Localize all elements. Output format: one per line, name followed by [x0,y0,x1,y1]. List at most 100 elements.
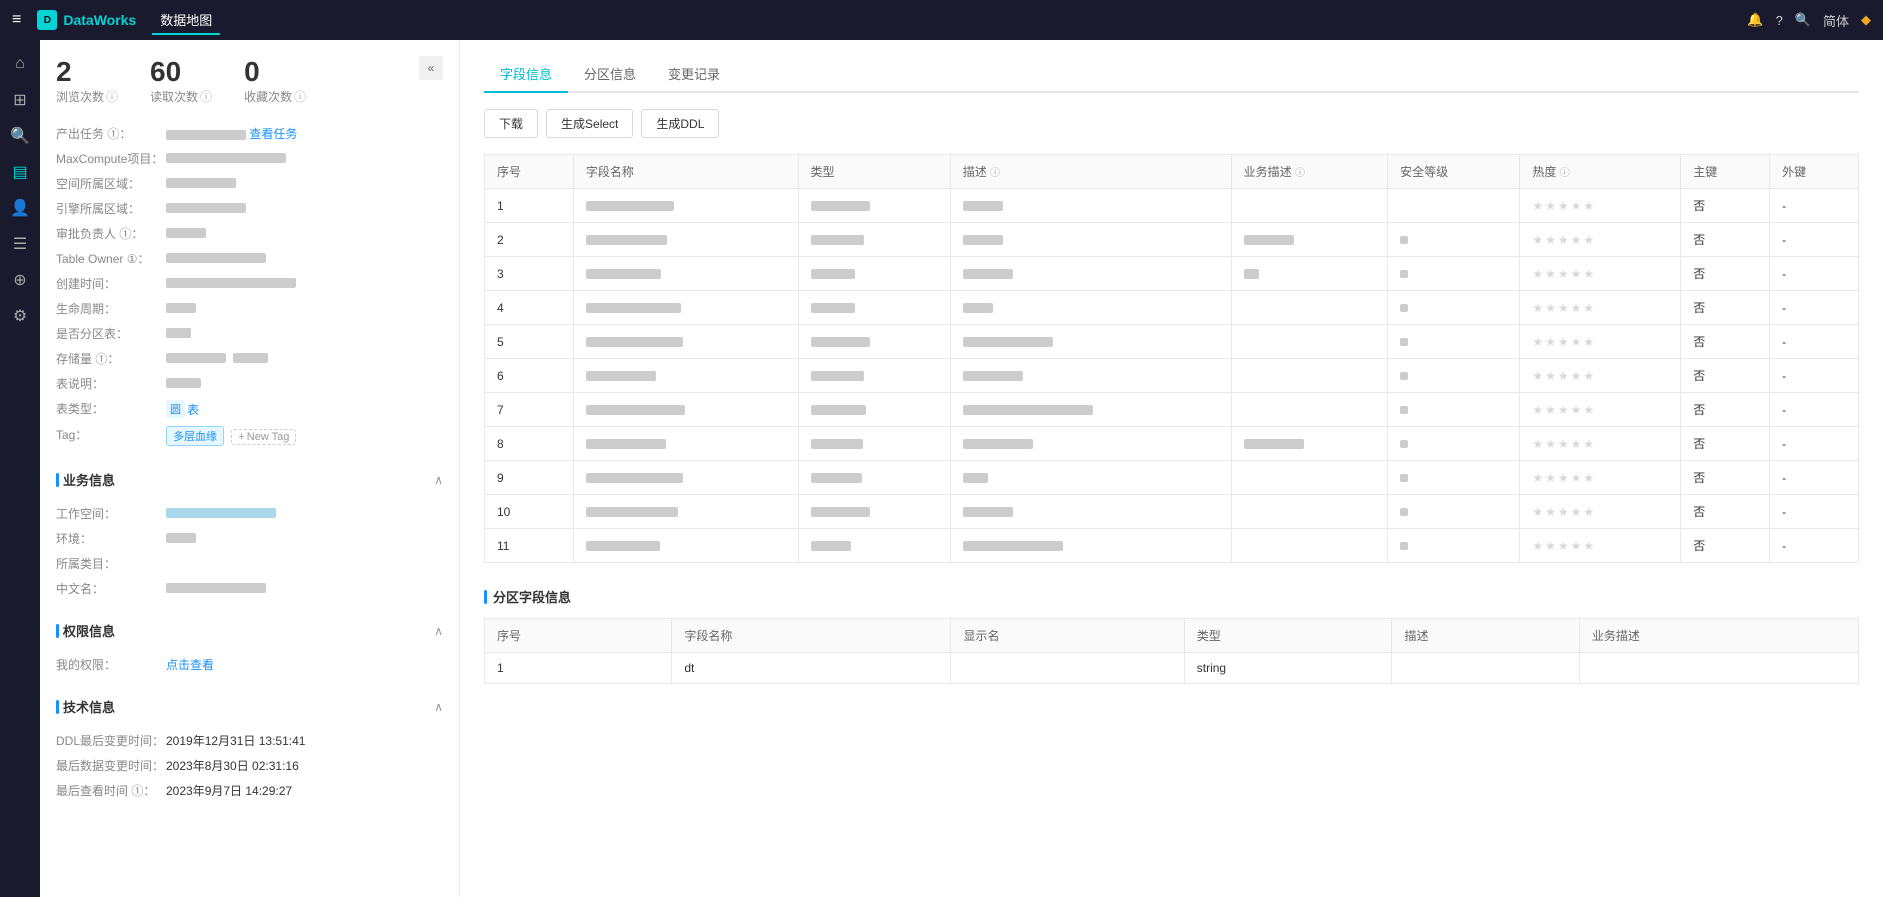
info-row-owner: Table Owner ①： [56,246,443,271]
biz-value-cn-name [166,576,443,601]
favorites-info-icon: ⓘ [294,88,306,105]
partition-table: 序号 字段名称 显示名 类型 描述 业务描述 1dtstring [484,618,1859,684]
business-section-header: 业务信息 ∧ [56,462,443,495]
tabs-bar: 字段信息 分区信息 变更记录 [484,56,1859,93]
permission-section-header: 权限信息 ∧ [56,613,443,646]
tech-section-header: 技术信息 ∧ [56,689,443,722]
views-info-icon: ⓘ [106,88,118,105]
field-table-header: 序号 字段名称 类型 描述 ⓘ 业务描述 ⓘ 安全等级 热度 ⓘ 主键 外键 [485,155,1859,189]
table-row: 2 ★★★★★否- [485,223,1859,257]
collapse-button[interactable]: « [419,56,443,80]
biz-label-cn-name: 中文名： [56,576,166,601]
new-tag-button[interactable]: + New Tag [231,429,296,445]
permission-section-toggle[interactable]: ∧ [434,624,443,638]
heat-stars[interactable]: ★★★★★ [1532,199,1596,213]
tab-partitions[interactable]: 分区信息 [568,56,652,93]
top-nav: ≡ D DataWorks 数据地图 🔔 ? 🔍 简体 ◆ [0,0,1883,40]
info-row-storage: 存储量 ①： [56,346,443,371]
info-label-space-region: 空间所属区域： [56,171,166,196]
info-label-approver: 审批负责人 ①： [56,221,166,246]
info-label-project: MaxCompute项目： [56,146,166,171]
download-button[interactable]: 下载 [484,109,538,138]
col-foreign: 外键 [1770,155,1859,189]
heat-stars[interactable]: ★★★★★ [1532,403,1596,417]
heat-stars[interactable]: ★★★★★ [1532,267,1596,281]
info-value-project [166,146,443,171]
heat-info-icon: ⓘ [1560,168,1570,179]
table-row: 3 ★★★★★否- [485,257,1859,291]
generate-select-button[interactable]: 生成Select [546,109,633,138]
heat-stars[interactable]: ★★★★★ [1532,301,1596,315]
biz-label-category: 所属类目： [56,551,166,576]
heat-stars[interactable]: ★★★★★ [1532,539,1596,553]
top-actions: 🔔 ? 🔍 简体 ◆ [1747,11,1871,30]
info-panel: 2 浏览次数 ⓘ 60 读取次数 ⓘ 0 收藏次数 ⓘ « [40,40,460,897]
info-value-storage [166,346,443,371]
my-permission-link[interactable]: 点击查看 [166,658,214,672]
table-type-indicator: 圆 表 [166,400,443,418]
business-info-table: 工作空间： 环境： 所属类目： 中文名： [56,501,443,601]
info-row-engine-region: 引擎所属区域： [56,196,443,221]
tab-fields[interactable]: 字段信息 [484,56,568,93]
info-value-owner [166,246,443,271]
tech-value-last-view: 2023年9月7日 14:29:27 [166,778,443,803]
tech-value-ddl: 2019年12月31日 13:51:41 [166,728,443,753]
table-row: 9 ★★★★★否- [485,461,1859,495]
left-sidebar: ⌂ ⊞ 🔍 ▤ 👤 ☰ ⊕ ⚙ [0,40,40,897]
sidebar-grid-icon[interactable]: ⊞ [4,84,36,116]
perm-label-my: 我的权限： [56,652,166,677]
heat-stars[interactable]: ★★★★★ [1532,471,1596,485]
tech-row-last-view: 最后查看时间 ①： 2023年9月7日 14:29:27 [56,778,443,803]
perm-value-my: 点击查看 [166,652,443,677]
sidebar-settings-icon[interactable]: ⚙ [4,300,36,332]
tab-changes[interactable]: 变更记录 [652,56,736,93]
info-row-space-region: 空间所属区域： [56,171,443,196]
info-value-tag: 多层血缘 + New Tag [166,422,443,450]
view-task-link[interactable]: 查看任务 [249,127,297,141]
part-col-field-name: 字段名称 [672,619,951,653]
diamond-icon[interactable]: ◆ [1861,12,1871,28]
col-field-name: 字段名称 [573,155,798,189]
biz-row-cn-name: 中文名： [56,576,443,601]
stat-downloads-num: 60 [150,56,212,88]
col-security: 安全等级 [1388,155,1520,189]
sidebar-table-icon[interactable]: ▤ [4,156,36,188]
generate-ddl-button[interactable]: 生成DDL [641,109,719,138]
sidebar-search-icon[interactable]: 🔍 [4,120,36,152]
heat-stars[interactable]: ★★★★★ [1532,437,1596,451]
menu-icon[interactable]: ≡ [12,11,21,29]
partition-section-title: 分区字段信息 [484,587,1859,606]
heat-stars[interactable]: ★★★★★ [1532,233,1596,247]
tech-row-ddl: DDL最后变更时间： 2019年12月31日 13:51:41 [56,728,443,753]
language-selector[interactable]: 简体 [1823,11,1849,30]
sidebar-user-icon[interactable]: 👤 [4,192,36,224]
table-type-label: 表 [187,401,199,418]
biz-value-env [166,526,443,551]
part-col-biz-desc: 业务描述 [1579,619,1858,653]
biz-label-workspace: 工作空间： [56,501,166,526]
col-heat: 热度 ⓘ [1520,155,1681,189]
info-row-created: 创建时间： [56,271,443,296]
logo-text: DataWorks [63,12,136,28]
heat-stars[interactable]: ★★★★★ [1532,335,1596,349]
sidebar-home-icon[interactable]: ⌂ [4,48,36,80]
sidebar-layers-icon[interactable]: ⊕ [4,264,36,296]
sidebar-list-icon[interactable]: ☰ [4,228,36,260]
search-icon[interactable]: 🔍 [1795,12,1811,28]
main-content: 字段信息 分区信息 变更记录 下载 生成Select 生成DDL 序号 字段名称… [460,40,1883,897]
nav-data-map[interactable]: 数据地图 [152,6,220,35]
new-tag-label: New Tag [247,431,290,443]
storage-link[interactable] [233,350,268,364]
partition-table-header: 序号 字段名称 显示名 类型 描述 业务描述 [485,619,1859,653]
tech-label-ddl: DDL最后变更时间： [56,728,166,753]
biz-row-category: 所属类目： [56,551,443,576]
notification-icon[interactable]: 🔔 [1747,12,1763,28]
heat-stars[interactable]: ★★★★★ [1532,505,1596,519]
business-section-toggle[interactable]: ∧ [434,473,443,487]
info-label-owner: Table Owner ①： [56,246,166,271]
table-row: 11 ★★★★★否- [485,529,1859,563]
heat-stars[interactable]: ★★★★★ [1532,369,1596,383]
info-value-engine-region [166,196,443,221]
help-icon[interactable]: ? [1776,13,1783,28]
tech-section-toggle[interactable]: ∧ [434,700,443,714]
